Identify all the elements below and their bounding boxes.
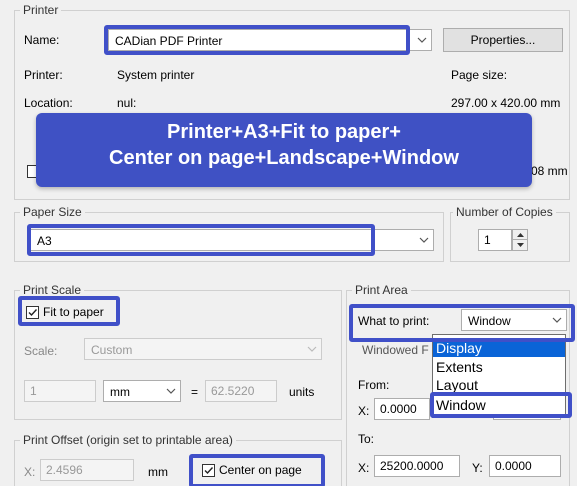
scale-unit-combo[interactable]: mm bbox=[103, 380, 181, 402]
chevron-down-icon[interactable] bbox=[162, 381, 180, 401]
spin-down-icon[interactable] bbox=[513, 240, 527, 250]
from-x-input[interactable]: 0.0000 bbox=[374, 398, 430, 420]
copies-spinner[interactable] bbox=[512, 229, 528, 251]
from-x-label: X: bbox=[358, 404, 370, 418]
chevron-down-icon[interactable] bbox=[303, 339, 321, 359]
copies-input[interactable]: 1 bbox=[478, 229, 512, 251]
scale-label: Scale: bbox=[24, 344, 58, 358]
page-size-label: Page size: bbox=[451, 68, 508, 82]
units-label: units bbox=[289, 385, 315, 399]
printer-name-combo[interactable]: CADian PDF Printer bbox=[108, 29, 432, 51]
annotation-banner: Printer+A3+Fit to paper+ Center on page+… bbox=[36, 113, 532, 187]
printer-type-label: Printer: bbox=[24, 68, 63, 82]
location-label: Location: bbox=[24, 96, 73, 110]
properties-button[interactable]: Properties... bbox=[443, 28, 563, 52]
banner-line-2: Center on page+Landscape+Window bbox=[109, 147, 459, 169]
what-to-print-label: What to print: bbox=[358, 314, 430, 328]
chevron-down-icon[interactable] bbox=[548, 310, 566, 330]
scale-unit-value: mm bbox=[110, 385, 130, 399]
spin-up-icon[interactable] bbox=[513, 230, 527, 240]
to-y-label: Y: bbox=[472, 461, 483, 475]
what-to-print-value: Window bbox=[468, 314, 511, 328]
printer-type-value: System printer bbox=[117, 68, 195, 82]
paper-size-legend: Paper Size bbox=[20, 205, 85, 219]
to-y-input[interactable]: 0.0000 bbox=[489, 455, 561, 477]
paper-size-combo[interactable]: A3 bbox=[30, 229, 434, 251]
print-area-legend: Print Area bbox=[352, 283, 411, 297]
printer-name-value: CADian PDF Printer bbox=[115, 34, 223, 48]
to-label: To: bbox=[358, 432, 375, 446]
offset-x-unit: mm bbox=[148, 465, 168, 479]
chevron-down-icon[interactable] bbox=[415, 230, 433, 250]
to-x-label: X: bbox=[358, 461, 370, 475]
scale-combo[interactable]: Custom bbox=[84, 338, 322, 360]
copies-legend: Number of Copies bbox=[453, 205, 556, 219]
equals-sign: = bbox=[191, 385, 199, 399]
page-size-partial-value: 08 mm bbox=[531, 164, 568, 178]
banner-line-1: Printer+A3+Fit to paper+ bbox=[167, 121, 401, 143]
option-extents[interactable]: Extents bbox=[436, 359, 483, 375]
option-window[interactable]: Window bbox=[436, 397, 486, 413]
print-scale-legend: Print Scale bbox=[20, 283, 85, 297]
properties-button-label: Properties... bbox=[470, 33, 536, 47]
offset-x-input[interactable]: 2.4596 bbox=[40, 459, 134, 481]
paper-size-value: A3 bbox=[37, 234, 52, 248]
printer-legend: Printer bbox=[20, 3, 62, 17]
fit-to-paper-label[interactable]: Fit to paper bbox=[43, 304, 104, 320]
from-label: From: bbox=[358, 378, 390, 392]
windowed-label: Windowed F bbox=[362, 343, 429, 357]
option-display[interactable]: Display bbox=[433, 339, 565, 357]
location-value: nul: bbox=[117, 96, 137, 110]
what-to-print-combo[interactable]: Window bbox=[461, 309, 567, 331]
to-x-input[interactable]: 25200.0000 bbox=[374, 455, 460, 477]
scale-num2-input[interactable]: 62.5220 bbox=[205, 380, 277, 402]
name-label: Name: bbox=[24, 33, 60, 47]
chevron-down-icon[interactable] bbox=[413, 30, 431, 50]
print-offset-legend: Print Offset (origin set to printable ar… bbox=[20, 433, 236, 447]
fit-to-paper-checkbox[interactable] bbox=[26, 306, 39, 319]
option-layout[interactable]: Layout bbox=[436, 377, 478, 393]
center-on-page-checkbox[interactable] bbox=[202, 464, 215, 477]
what-to-print-dropdown[interactable]: Display Extents Layout Window bbox=[432, 334, 566, 418]
scale-value: Custom bbox=[91, 343, 133, 357]
offset-x-label: X: bbox=[24, 465, 36, 479]
center-on-page-label[interactable]: Center on page bbox=[219, 462, 302, 478]
scale-num1-input[interactable]: 1 bbox=[24, 380, 96, 402]
page-size-value: 297.00 x 420.00 mm bbox=[451, 96, 561, 110]
